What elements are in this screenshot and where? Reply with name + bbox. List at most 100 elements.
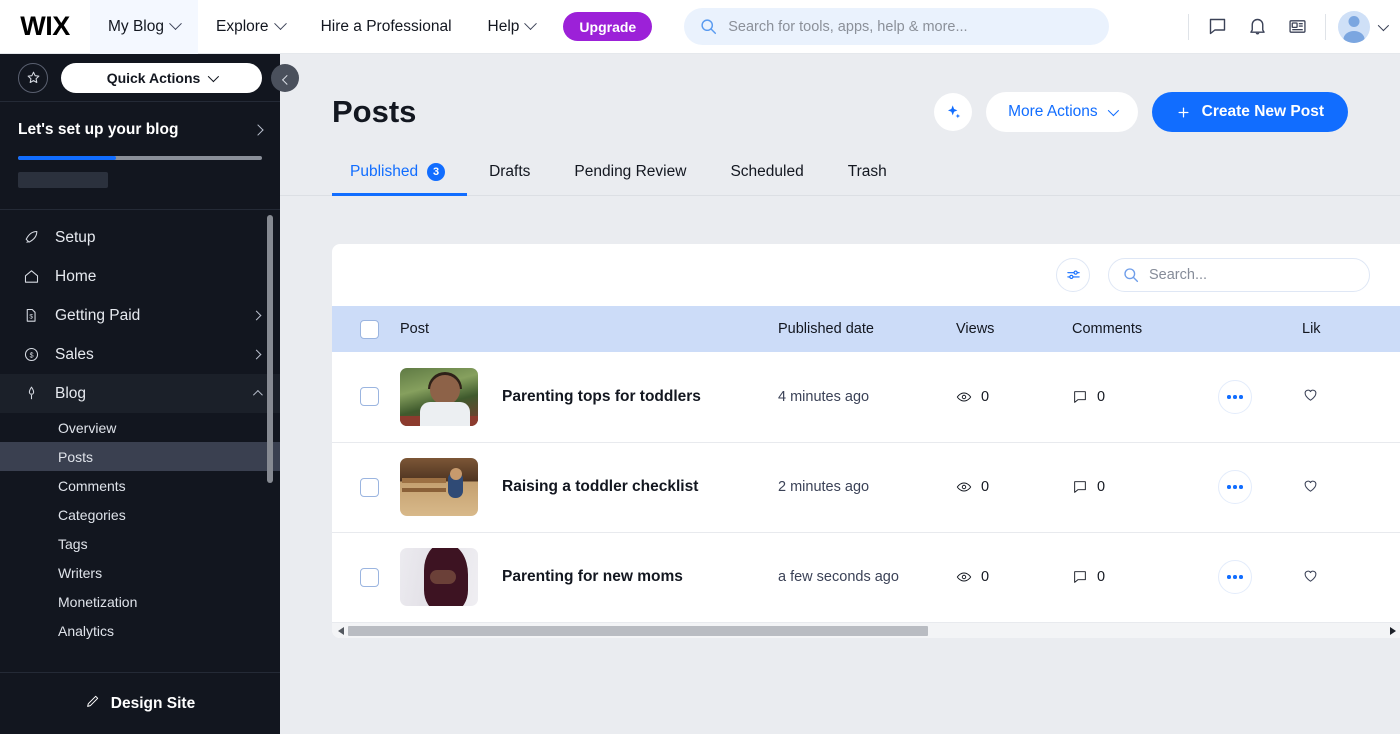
sidebar-item-posts[interactable]: Posts <box>0 442 280 471</box>
more-actions-button[interactable]: More Actions <box>986 92 1138 132</box>
scroll-right-arrow-icon[interactable] <box>1390 626 1396 635</box>
scrollbar-thumb[interactable] <box>348 625 928 636</box>
views-cell: 0 <box>956 352 1072 442</box>
sidebar-item-blog[interactable]: Blog <box>0 374 280 413</box>
row-checkbox[interactable] <box>360 477 379 497</box>
chat-icon[interactable] <box>1197 7 1237 47</box>
sidebar-item-comments[interactable]: Comments <box>0 471 280 500</box>
column-header-post[interactable]: Post <box>400 306 778 352</box>
chevron-down-icon <box>1107 104 1119 117</box>
heart-icon[interactable] <box>1302 477 1319 494</box>
row-select-cell <box>332 532 400 622</box>
wix-logo[interactable]: WIX <box>0 11 90 42</box>
tab-trash[interactable]: Trash <box>826 150 909 196</box>
table-row[interactable]: Parenting for new moms a few seconds ago… <box>332 532 1400 622</box>
post-title[interactable]: Raising a toddler checklist <box>502 478 698 496</box>
chevron-down-icon <box>208 70 220 82</box>
plus-icon <box>1178 107 1189 117</box>
sidebar-scrollbar[interactable] <box>267 215 273 483</box>
post-cell: Parenting for new moms <box>400 532 778 622</box>
column-header-likes[interactable]: Lik <box>1302 306 1400 352</box>
sidebar-item-analytics[interactable]: Analytics <box>0 616 280 645</box>
sidebar-item-tags[interactable]: Tags <box>0 529 280 558</box>
sidebar-item-sales[interactable]: $ Sales <box>0 335 280 374</box>
design-site-label: Design Site <box>110 694 196 712</box>
nav-tab-help[interactable]: Help <box>470 0 554 54</box>
sidebar-item-home[interactable]: Home <box>0 257 280 296</box>
star-outline-icon[interactable] <box>18 62 48 93</box>
row-checkbox[interactable] <box>360 567 379 587</box>
post-thumbnail[interactable] <box>400 458 478 516</box>
select-all-checkbox[interactable] <box>360 319 379 339</box>
nav-tab-explore[interactable]: Explore <box>198 0 303 54</box>
post-title[interactable]: Parenting tops for toddlers <box>502 388 701 406</box>
scroll-left-arrow-icon[interactable] <box>338 626 344 635</box>
ai-sparkle-icon[interactable] <box>934 93 973 131</box>
row-checkbox[interactable] <box>360 387 379 407</box>
tab-drafts[interactable]: Drafts <box>467 150 552 196</box>
page-title: Posts <box>332 94 417 129</box>
views-count: 0 <box>981 569 990 586</box>
table-search[interactable] <box>1108 258 1370 292</box>
filter-icon[interactable] <box>1056 258 1090 292</box>
sidebar-nav: Setup Home $ Getting Paid $ Sales Blog O… <box>0 210 280 672</box>
sidebar-item-setup[interactable]: Setup <box>0 218 280 257</box>
tab-published[interactable]: Published 3 <box>332 150 468 196</box>
sidebar-collapse-button[interactable] <box>271 64 299 92</box>
chevron-right-icon <box>252 124 264 136</box>
create-new-post-button[interactable]: Create New Post <box>1151 92 1348 132</box>
row-more-options-button[interactable] <box>1218 379 1252 414</box>
column-header-comments[interactable]: Comments <box>1072 306 1218 352</box>
likes-cell <box>1302 442 1400 532</box>
design-site-button[interactable]: Design Site <box>0 672 280 734</box>
row-more-options-button[interactable] <box>1218 470 1252 504</box>
column-header-published-date[interactable]: Published date <box>778 306 956 352</box>
main-content: Posts More Actions Create New Post Publi… <box>280 54 1400 734</box>
account-menu[interactable] <box>1338 10 1390 43</box>
tab-published-badge: 3 <box>427 162 446 181</box>
sidebar-item-overview[interactable]: Overview <box>0 413 280 442</box>
quick-actions-button[interactable]: Quick Actions <box>61 62 262 93</box>
tab-published-label: Published <box>350 162 419 180</box>
setup-progress-header[interactable]: Let's set up your blog <box>18 121 264 139</box>
sidebar-item-setup-label: Setup <box>55 228 96 246</box>
sidebar-item-writers[interactable]: Writers <box>0 558 280 587</box>
table-toolbar <box>332 244 1400 306</box>
table-horizontal-scrollbar[interactable] <box>332 622 1400 638</box>
comments-count: 0 <box>1097 569 1106 586</box>
global-search[interactable] <box>684 8 1110 45</box>
tab-scheduled[interactable]: Scheduled <box>708 150 825 196</box>
comment-icon <box>1074 390 1086 403</box>
table-search-input[interactable] <box>1149 267 1355 283</box>
post-thumbnail[interactable] <box>400 367 478 426</box>
sidebar-item-getting-paid[interactable]: $ Getting Paid <box>0 296 280 335</box>
eye-icon <box>956 392 972 402</box>
tab-pending-review[interactable]: Pending Review <box>552 150 708 196</box>
nav-tab-hire-a-professional[interactable]: Hire a Professional <box>303 0 470 54</box>
comments-count: 0 <box>1097 388 1106 405</box>
column-header-views[interactable]: Views <box>956 306 1072 352</box>
table-header: Post Published date Views Comments Lik <box>332 306 1400 352</box>
comments-cell: 0 <box>1072 442 1218 532</box>
create-new-post-label: Create New Post <box>1201 103 1324 120</box>
nav-tab-my-blog[interactable]: My Blog <box>90 0 198 54</box>
upgrade-button[interactable]: Upgrade <box>563 12 653 41</box>
row-select-cell <box>332 352 400 442</box>
news-icon[interactable] <box>1277 7 1317 47</box>
sidebar-item-categories[interactable]: Categories <box>0 500 280 529</box>
sidebar-item-writers-label: Writers <box>58 564 103 581</box>
table-row[interactable]: Parenting tops for toddlers 4 minutes ag… <box>332 352 1400 442</box>
sidebar: Quick Actions Let's set up your blog Set… <box>0 54 280 734</box>
scrollbar-track[interactable] <box>348 625 1386 636</box>
pen-icon <box>22 385 40 402</box>
row-more-options-button[interactable] <box>1218 560 1252 595</box>
heart-icon[interactable] <box>1302 386 1319 403</box>
sidebar-item-monetization[interactable]: Monetization <box>0 587 280 616</box>
bell-icon[interactable] <box>1237 7 1277 47</box>
post-title[interactable]: Parenting for new moms <box>502 568 683 586</box>
setup-progress-bar <box>18 156 262 160</box>
global-search-input[interactable] <box>728 18 1094 35</box>
table-row[interactable]: Raising a toddler checklist 2 minutes ag… <box>332 442 1400 532</box>
post-thumbnail[interactable] <box>400 548 478 607</box>
heart-icon[interactable] <box>1302 567 1319 584</box>
